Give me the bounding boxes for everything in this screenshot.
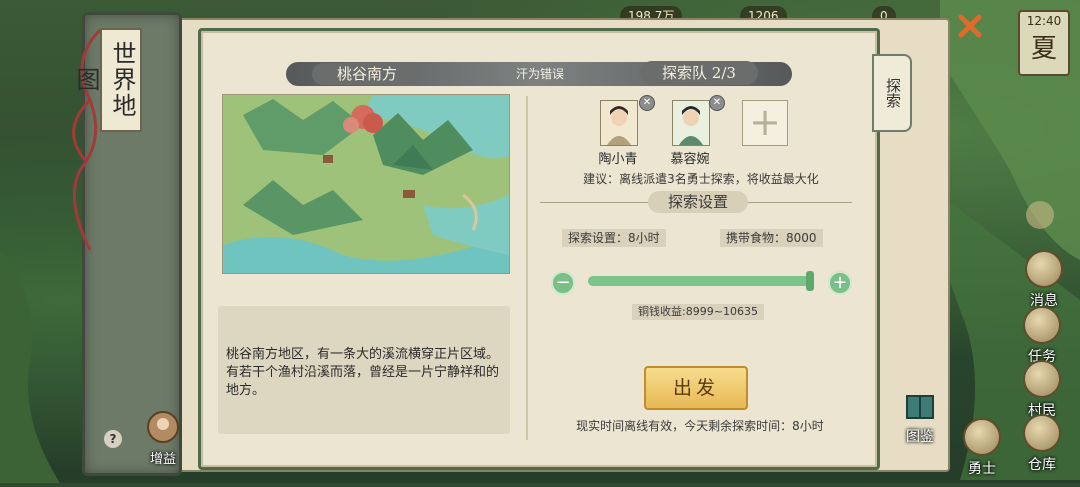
close-icon: [958, 14, 982, 38]
tab-explore[interactable]: 探索: [872, 54, 912, 132]
warehouse-button[interactable]: 仓库: [1018, 414, 1066, 474]
help-button[interactable]: ?: [104, 430, 122, 448]
increase-button[interactable]: +: [828, 271, 852, 295]
hero-label: 勇士: [968, 461, 996, 477]
message-icon: [1025, 250, 1063, 288]
book-icon: [906, 395, 934, 419]
depart-button[interactable]: 出发: [644, 366, 748, 410]
hero-icon: [963, 418, 1001, 456]
slider-fill: [588, 276, 810, 286]
minus-icon: −: [555, 272, 571, 293]
dispatch-suggestion: 建议：离线派遣3名勇士探索，将收益最大化: [583, 172, 819, 186]
hero-name-1: 陶小青: [598, 152, 638, 167]
question-icon: ?: [109, 432, 117, 446]
remaining-time-note: 现实时间离线有效，今天剩余探索时间：8小时: [576, 419, 824, 433]
buff-label: 增益: [149, 452, 176, 467]
world-map-title: 世界地图: [72, 28, 142, 132]
buff-icon: [147, 411, 179, 443]
remove-hero-1-button[interactable]: ✕: [639, 95, 655, 111]
region-title: 桃谷南方: [312, 63, 422, 85]
hero-portrait-2[interactable]: [672, 100, 710, 146]
hero-portrait-1[interactable]: [600, 100, 638, 146]
atlas-label: 图鉴: [906, 429, 934, 445]
remove-hero-2-button[interactable]: ✕: [709, 95, 725, 111]
region-description: 桃谷南方地区，有一条大的溪流横穿正片区域。有若干个渔村沿溪而落，曾经是一片宁静祥…: [226, 347, 500, 398]
region-map-image: [222, 94, 510, 274]
remove-icon: ✕: [642, 97, 652, 108]
decrease-button[interactable]: −: [551, 271, 575, 295]
settings-title: 探索设置: [648, 191, 748, 213]
season-label: 夏: [1030, 34, 1057, 64]
slider-handle[interactable]: [806, 271, 814, 291]
warehouse-label: 仓库: [1028, 457, 1056, 473]
column-divider: [526, 96, 528, 440]
hero-name-2: 慕容婉: [670, 152, 710, 167]
plus-icon: +: [749, 100, 781, 144]
buff-button[interactable]: 增益: [140, 410, 186, 467]
food-label: 携带食物：8000: [720, 229, 823, 247]
villager-button[interactable]: 村民: [1018, 360, 1066, 420]
task-button[interactable]: 任务: [1018, 306, 1066, 366]
clock-panel: 12:40 夏: [1018, 10, 1070, 76]
tab-explore-label: 探索: [884, 78, 902, 108]
remove-icon: ✕: [712, 97, 722, 108]
clock-time: 12:40: [1026, 14, 1062, 28]
hero-avatar-icon: [601, 101, 637, 145]
error-message: 汗为错误: [515, 67, 564, 81]
hero-avatar-icon: [673, 101, 709, 145]
atlas-button[interactable]: 图鉴: [894, 392, 946, 445]
villager-icon: [1023, 360, 1061, 398]
plus-icon: +: [832, 272, 848, 293]
team-count-title: 探索队 2/3: [640, 61, 758, 85]
income-estimate: 铜钱收益:8999~10635: [632, 304, 764, 320]
duration-label: 探索设置：8小时: [562, 229, 666, 247]
message-button[interactable]: 消息: [1020, 250, 1068, 310]
add-hero-button[interactable]: +: [742, 100, 788, 146]
close-button[interactable]: [956, 12, 984, 40]
hero-button[interactable]: 勇士: [958, 418, 1006, 478]
task-icon: [1023, 306, 1061, 344]
warehouse-icon: [1023, 414, 1061, 452]
